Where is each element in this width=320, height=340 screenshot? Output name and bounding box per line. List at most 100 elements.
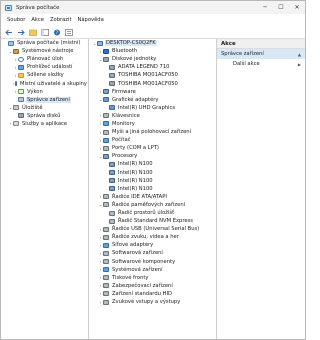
menu-akce[interactable]: Akce bbox=[28, 17, 47, 23]
back-button[interactable] bbox=[4, 28, 14, 37]
more-actions-item[interactable]: Další akce ▶ bbox=[217, 59, 305, 69]
device-tree-item[interactable]: Intel(R) N100 bbox=[89, 177, 216, 185]
device-tree-item[interactable]: › Klávesnice bbox=[89, 112, 216, 120]
device-tree-item-label: Zvukové vstupy a výstupy bbox=[112, 299, 181, 306]
console-tree-item[interactable]: › Služby a aplikace bbox=[1, 120, 88, 128]
bluetooth-icon bbox=[103, 48, 109, 54]
device-tree-pane[interactable]: ⌄ DESKTOP-CS0Q2FK › Bluetooth ⌄ Diskové jedno… bbox=[89, 39, 217, 339]
device-tree-item[interactable]: ADATA LEGEND 710 bbox=[89, 63, 216, 71]
actions-header: Akce bbox=[217, 39, 305, 49]
device-tree-item[interactable]: Intel(R) N100 bbox=[89, 160, 216, 168]
device-tree-item-label: Řadič prostorů úložišť bbox=[118, 210, 175, 217]
close-button[interactable]: ✕ bbox=[289, 1, 305, 14]
device-tree-item-label: Bluetooth bbox=[112, 48, 138, 55]
device-tree-item[interactable]: ⌄ Řadiče paměťových zařízení bbox=[89, 201, 216, 209]
device-tree-item[interactable]: › Bluetooth bbox=[89, 47, 216, 55]
sound-icon bbox=[103, 234, 109, 240]
event-viewer-icon bbox=[18, 64, 24, 70]
console-tree-item[interactable]: Správce zařízení bbox=[1, 96, 88, 104]
device-tree-item[interactable]: ⌄ Grafické adaptéry bbox=[89, 96, 216, 104]
device-tree-item[interactable]: › Řadiče IDE ATA/ATAPI bbox=[89, 193, 216, 201]
actions-group-label: Správce zařízení bbox=[221, 51, 264, 57]
console-tree-item[interactable]: › Výkon bbox=[1, 88, 88, 96]
device-tree-item-label: Firmware bbox=[112, 88, 136, 95]
device-tree-item[interactable]: ⌄ DESKTOP-CS0Q2FK bbox=[89, 39, 216, 47]
console-tree-item-label: Systémové nástroje bbox=[22, 48, 74, 55]
console-tree-item[interactable]: ⌄ Systémové nástroje bbox=[1, 47, 88, 55]
device-tree-item[interactable]: › Řadiče USB (Universal Serial Bus) bbox=[89, 225, 216, 233]
close-icon: ✕ bbox=[294, 4, 300, 11]
device-tree-item[interactable]: Řadič Standard NVM Express bbox=[89, 217, 216, 225]
device-tree-item[interactable]: › Porty (COM a LPT) bbox=[89, 144, 216, 152]
menu-zobrazit[interactable]: Zobrazit bbox=[47, 17, 75, 23]
device-tree-item-label: Systémová zařízení bbox=[112, 266, 163, 273]
device-tree-item[interactable]: › Myši a jiná polohovací zařízení bbox=[89, 128, 216, 136]
console-tree-item[interactable]: ⌄ Úložiště bbox=[1, 104, 88, 112]
device-tree-item[interactable]: Intel(R) UHD Graphics bbox=[89, 104, 216, 112]
maximize-button[interactable]: ☐ bbox=[273, 1, 289, 14]
device-tree-item[interactable]: › Zabezpečovací zařízení bbox=[89, 282, 216, 290]
console-tree-item[interactable]: › Místní uživatelé a skupiny bbox=[1, 79, 88, 87]
help-button[interactable]: ? bbox=[52, 28, 62, 37]
device-tree-item[interactable]: › Zvukové vstupy a výstupy bbox=[89, 298, 216, 306]
software-component-icon bbox=[103, 259, 109, 265]
processor-icon bbox=[109, 161, 115, 167]
menu-bar: Soubor Akce Zobrazit Nápověda bbox=[1, 15, 305, 25]
device-tree-item[interactable]: ⌄ Diskové jednotky bbox=[89, 55, 216, 63]
security-device-icon bbox=[103, 283, 109, 289]
device-tree-item[interactable]: › Softwarová zařízení bbox=[89, 249, 216, 257]
actions-pane: Akce Správce zařízení ▲ Další akce ▶ bbox=[217, 39, 305, 339]
console-tree-item[interactable]: › Prohlížeč událostí bbox=[1, 63, 88, 71]
device-tree-item[interactable]: Intel(R) N100 bbox=[89, 185, 216, 193]
device-tree-item-label: TOSHIBA MQ01ACF050 bbox=[118, 72, 178, 79]
users-icon bbox=[14, 81, 17, 87]
device-tree-item[interactable]: › Počítač bbox=[89, 136, 216, 144]
device-tree-item[interactable]: › Softwarové komponenty bbox=[89, 258, 216, 266]
device-tree-item-label: Zařízení standardu HID bbox=[112, 290, 172, 297]
device-tree-item[interactable]: › Tiskové fronty bbox=[89, 274, 216, 282]
device-tree-item[interactable]: › Síťové adaptéry bbox=[89, 241, 216, 249]
console-tree-item-label: Sdílené složky bbox=[27, 72, 64, 79]
device-tree-item[interactable]: Intel(R) N100 bbox=[89, 169, 216, 177]
menu-soubor[interactable]: Soubor bbox=[4, 17, 28, 23]
device-tree-item[interactable]: TOSHIBA MQ01ACF050 bbox=[89, 79, 216, 87]
console-tree-icon bbox=[41, 28, 49, 36]
device-tree-item[interactable]: › Systémová zařízení bbox=[89, 266, 216, 274]
device-tree-item[interactable]: ⌄ Procesory bbox=[89, 152, 216, 160]
console-tree-item[interactable]: › Sdílené složky bbox=[1, 71, 88, 79]
console-tree-item-label: Správce zařízení bbox=[26, 96, 71, 103]
console-tree-item[interactable]: › Plánovač úloh bbox=[1, 55, 88, 63]
console-tree-item[interactable]: Správa disků bbox=[1, 112, 88, 120]
software-device-icon bbox=[103, 250, 109, 256]
computer-icon bbox=[97, 40, 103, 46]
console-tree-item[interactable]: Správa počítače (místní) bbox=[1, 39, 88, 47]
actions-group-device-manager[interactable]: Správce zařízení ▲ bbox=[217, 49, 305, 59]
title-bar: Správa počítače ─ ☐ ✕ bbox=[1, 1, 305, 14]
device-tree-item-label: ADATA LEGEND 710 bbox=[118, 64, 170, 71]
device-tree-item-label: Diskové jednotky bbox=[112, 56, 157, 63]
processor-icon bbox=[103, 153, 109, 159]
forward-button[interactable] bbox=[16, 28, 26, 37]
device-tree-item-label: Intel(R) N100 bbox=[118, 161, 153, 168]
console-tree-pane[interactable]: Správa počítače (místní) ⌄ Systémové nástr… bbox=[1, 39, 89, 339]
device-tree-item[interactable]: › Řadiče zvuku, videa a her bbox=[89, 233, 216, 241]
device-tree-item[interactable]: › Monitory bbox=[89, 120, 216, 128]
disk-drive-icon bbox=[103, 56, 109, 62]
console-tree-item-label: Správa disků bbox=[27, 112, 61, 119]
minimize-button[interactable]: ─ bbox=[257, 1, 273, 14]
properties-button[interactable] bbox=[64, 28, 74, 37]
console-tree-item-label: Výkon bbox=[27, 88, 43, 95]
console-tree-item-label: Prohlížeč událostí bbox=[27, 64, 73, 71]
device-tree-item-label: Tiskové fronty bbox=[112, 274, 149, 281]
device-tree-item[interactable]: TOSHIBA MQ01ACF050 bbox=[89, 71, 216, 79]
system-device-icon bbox=[103, 267, 109, 273]
menu-napoveda[interactable]: Nápověda bbox=[75, 17, 107, 23]
device-tree-item[interactable]: Řadič prostorů úložišť bbox=[89, 209, 216, 217]
device-tree-item-label: Řadiče USB (Universal Serial Bus) bbox=[112, 226, 200, 233]
up-level-button[interactable] bbox=[28, 28, 38, 37]
storage-controller-icon bbox=[103, 202, 109, 208]
device-tree-item[interactable]: › Firmware bbox=[89, 88, 216, 96]
device-tree-item-label: Řadič Standard NVM Express bbox=[118, 218, 193, 225]
device-tree-item[interactable]: › Zařízení standardu HID bbox=[89, 290, 216, 298]
show-tree-button[interactable] bbox=[40, 28, 50, 37]
